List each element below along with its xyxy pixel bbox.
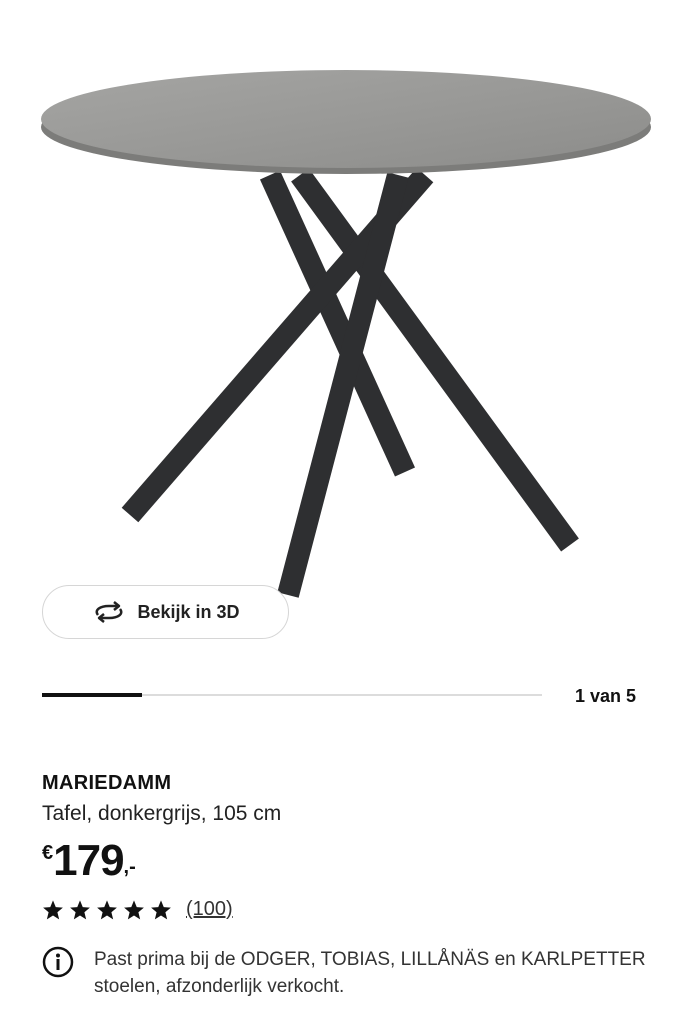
product-description: Tafel, donkergrijs, 105 cm	[42, 802, 282, 825]
product-name: MARIEDAMM	[42, 772, 172, 794]
review-count-link[interactable]: (100)	[186, 898, 233, 921]
table-top	[41, 70, 651, 174]
star-icon	[124, 899, 144, 919]
table-legs	[121, 167, 579, 598]
gallery-progress-fill	[42, 693, 142, 697]
view-3d-label: Bekijk in 3D	[137, 601, 240, 622]
info-icon	[42, 946, 74, 978]
star-icon	[43, 899, 63, 919]
gallery-pager: 1 van 5	[574, 686, 636, 706]
rotate-3d-icon	[95, 601, 123, 623]
rating-stars	[42, 899, 172, 921]
product-price: € 179 ,-	[42, 836, 136, 886]
price-currency: €	[42, 842, 54, 864]
view-3d-button[interactable]: Bekijk in 3D	[42, 585, 289, 639]
star-icon	[151, 899, 171, 919]
price-amount: 179	[53, 836, 124, 885]
gallery-progress-track	[42, 693, 542, 697]
price-suffix: ,-	[123, 856, 136, 878]
product-image[interactable]	[0, 0, 694, 640]
product-rating[interactable]: (100)	[42, 898, 233, 921]
star-icon	[70, 899, 90, 919]
info-text: Past prima bij de ODGER, TOBIAS, LILLÅNÄ…	[94, 949, 646, 997]
star-icon	[97, 899, 117, 919]
info-note: Past prima bij de ODGER, TOBIAS, LILLÅNÄ…	[42, 946, 662, 1000]
